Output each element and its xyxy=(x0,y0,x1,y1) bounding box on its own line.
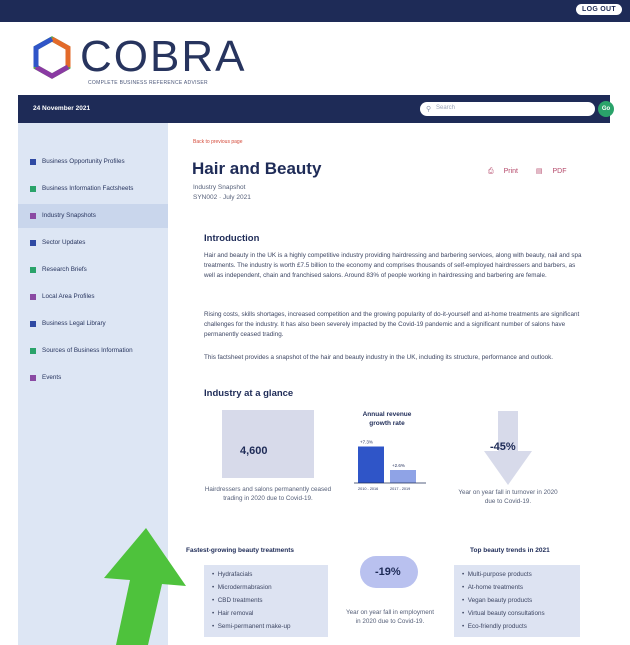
glance-heading: Industry at a glance xyxy=(204,388,294,399)
page-tools: ⎙ Print ▤ PDF xyxy=(488,167,583,176)
search-icon: ⚲ xyxy=(426,106,432,113)
beauty-trends-heading: Top beauty trends in 2021 xyxy=(470,547,550,554)
square-bullet-icon xyxy=(30,348,36,354)
print-button[interactable]: ⎙ Print xyxy=(488,168,526,175)
sidebar-item-label: Local Area Profiles xyxy=(42,293,95,300)
list-item: • CBD treatments xyxy=(212,597,263,604)
intro-paragraph-3: This factsheet provides a snapshot of th… xyxy=(204,354,553,361)
sidebar-item-industry-snapshots[interactable]: Industry Snapshots xyxy=(18,204,168,228)
chart-tick-label: 2017 - 2019 xyxy=(390,487,410,491)
sidebar-item-sector-updates[interactable]: Sector Updates xyxy=(18,231,168,255)
down-arrow-head xyxy=(484,451,532,485)
sidebar-item-label: Industry Snapshots xyxy=(42,212,96,219)
sidebar-item-research-briefs[interactable]: Research Briefs xyxy=(18,258,168,282)
fastest-treatments-heading: Fastest-growing beauty treatments xyxy=(186,547,294,554)
logout-button[interactable]: LOG OUT xyxy=(576,4,622,15)
hexagon-logo-icon xyxy=(33,36,71,79)
list-item: • Virtual beauty consultations xyxy=(462,610,545,617)
pdf-file-icon: ▤ xyxy=(535,168,543,175)
sidebar-item-business-opportunity-profiles[interactable]: Business Opportunity Profiles xyxy=(18,150,168,174)
printer-icon: ⎙ xyxy=(488,168,494,175)
page-reference: SYN002 · July 2021 xyxy=(193,194,251,201)
search-placeholder: Search xyxy=(436,105,456,111)
square-bullet-icon xyxy=(30,294,36,300)
sidebar-item-label: Sector Updates xyxy=(42,239,86,246)
intro-paragraph-1: Hair and beauty in the UK is a highly co… xyxy=(204,252,582,279)
sidebar-item-label: Business Legal Library xyxy=(42,320,106,327)
navigation-bar: 24 November 2021 ⚲ Search Go xyxy=(18,95,614,123)
building-icon xyxy=(222,410,314,478)
logo-wordmark: COBRA xyxy=(80,32,247,81)
chart-bar xyxy=(390,470,416,483)
current-date: 24 November 2021 xyxy=(33,105,91,112)
beauty-trends-list: • Multi-purpose products • At-home treat… xyxy=(454,565,580,637)
chart-bar xyxy=(358,446,384,483)
fastest-treatments-list: • Hydrafacials • Microdermabrasion • CBD… xyxy=(204,565,328,637)
sidebar-item-label: Research Briefs xyxy=(42,266,87,273)
turnover-fall-caption: Year on year fall in turnover in 2020 du… xyxy=(458,489,558,505)
green-up-arrow-icon xyxy=(104,528,186,645)
pdf-label: PDF xyxy=(552,168,567,175)
list-item: • Hair removal xyxy=(212,610,254,617)
go-button[interactable]: Go xyxy=(598,101,614,117)
page-title: Hair and Beauty xyxy=(192,159,322,178)
chart-data-label: +2.6% xyxy=(392,463,405,468)
sidebar-item-local-area-profiles[interactable]: Local Area Profiles xyxy=(18,285,168,309)
list-item: • Vegan beauty products xyxy=(462,597,533,604)
salons-closed-value: 4,600 xyxy=(240,445,268,457)
chart-tick-label: 2010 - 2016 xyxy=(358,487,378,491)
print-label: Print xyxy=(503,168,518,175)
employment-fall-value: -19% xyxy=(375,566,401,578)
list-item: • Semi-permanent make-up xyxy=(212,623,291,630)
list-item: • Hydrafacials xyxy=(212,571,253,578)
turnover-fall-value: -45% xyxy=(490,441,516,453)
cobra-logo[interactable]: COBRA COMPLETE BUSINESS REFERENCE ADVISE… xyxy=(30,32,330,92)
salons-closed-caption: Hairdressers and salons permanently ceas… xyxy=(204,486,332,502)
sidebar-item-sources-of-business-information[interactable]: Sources of Business Information xyxy=(18,339,168,363)
square-bullet-icon xyxy=(30,321,36,327)
introduction-heading: Introduction xyxy=(204,233,260,244)
list-item: • Multi-purpose products xyxy=(462,571,532,578)
sidebar-item-label: Events xyxy=(42,374,62,381)
sidebar-item-label: Business Opportunity Profiles xyxy=(42,158,125,165)
sidebar-item-label: Business Information Factsheets xyxy=(42,185,134,192)
revenue-growth-chart: +7.3% 2010 - 2016 +2.6% 2017 - 2019 xyxy=(354,440,426,491)
page-subtitle: Industry Snapshot xyxy=(193,184,246,191)
chart-data-label: +7.3% xyxy=(360,440,373,445)
chart-title: Annual revenue growth rate xyxy=(362,411,412,427)
square-bullet-icon xyxy=(30,240,36,246)
employment-fall-caption: Year on year fall in employment in 2020 … xyxy=(346,609,434,625)
sidebar-item-events[interactable]: Events xyxy=(18,366,168,390)
square-bullet-icon xyxy=(30,267,36,273)
sidebar-item-business-information-factsheets[interactable]: Business Information Factsheets xyxy=(18,177,168,201)
square-bullet-icon xyxy=(30,159,36,165)
search-input[interactable]: ⚲ Search xyxy=(420,102,595,116)
list-item: • At-home treatments xyxy=(462,584,524,591)
top-bar: LOG OUT xyxy=(0,0,630,22)
pdf-button[interactable]: ▤ PDF xyxy=(536,168,575,175)
sidebar-item-label: Sources of Business Information xyxy=(42,347,133,354)
list-item: • Eco-friendly products xyxy=(462,623,527,630)
sidebar-item-business-legal-library[interactable]: Business Legal Library xyxy=(18,312,168,336)
square-bullet-icon xyxy=(30,375,36,381)
square-bullet-icon xyxy=(30,213,36,219)
intro-paragraph-2: Rising costs, skills shortages, increase… xyxy=(204,311,580,338)
main-content: Back to previous page Hair and Beauty ⎙ … xyxy=(168,123,610,645)
back-link[interactable]: Back to previous page xyxy=(193,139,242,145)
square-bullet-icon xyxy=(30,186,36,192)
logo-tagline: COMPLETE BUSINESS REFERENCE ADVISER xyxy=(88,80,208,86)
list-item: • Microdermabrasion xyxy=(212,584,272,591)
